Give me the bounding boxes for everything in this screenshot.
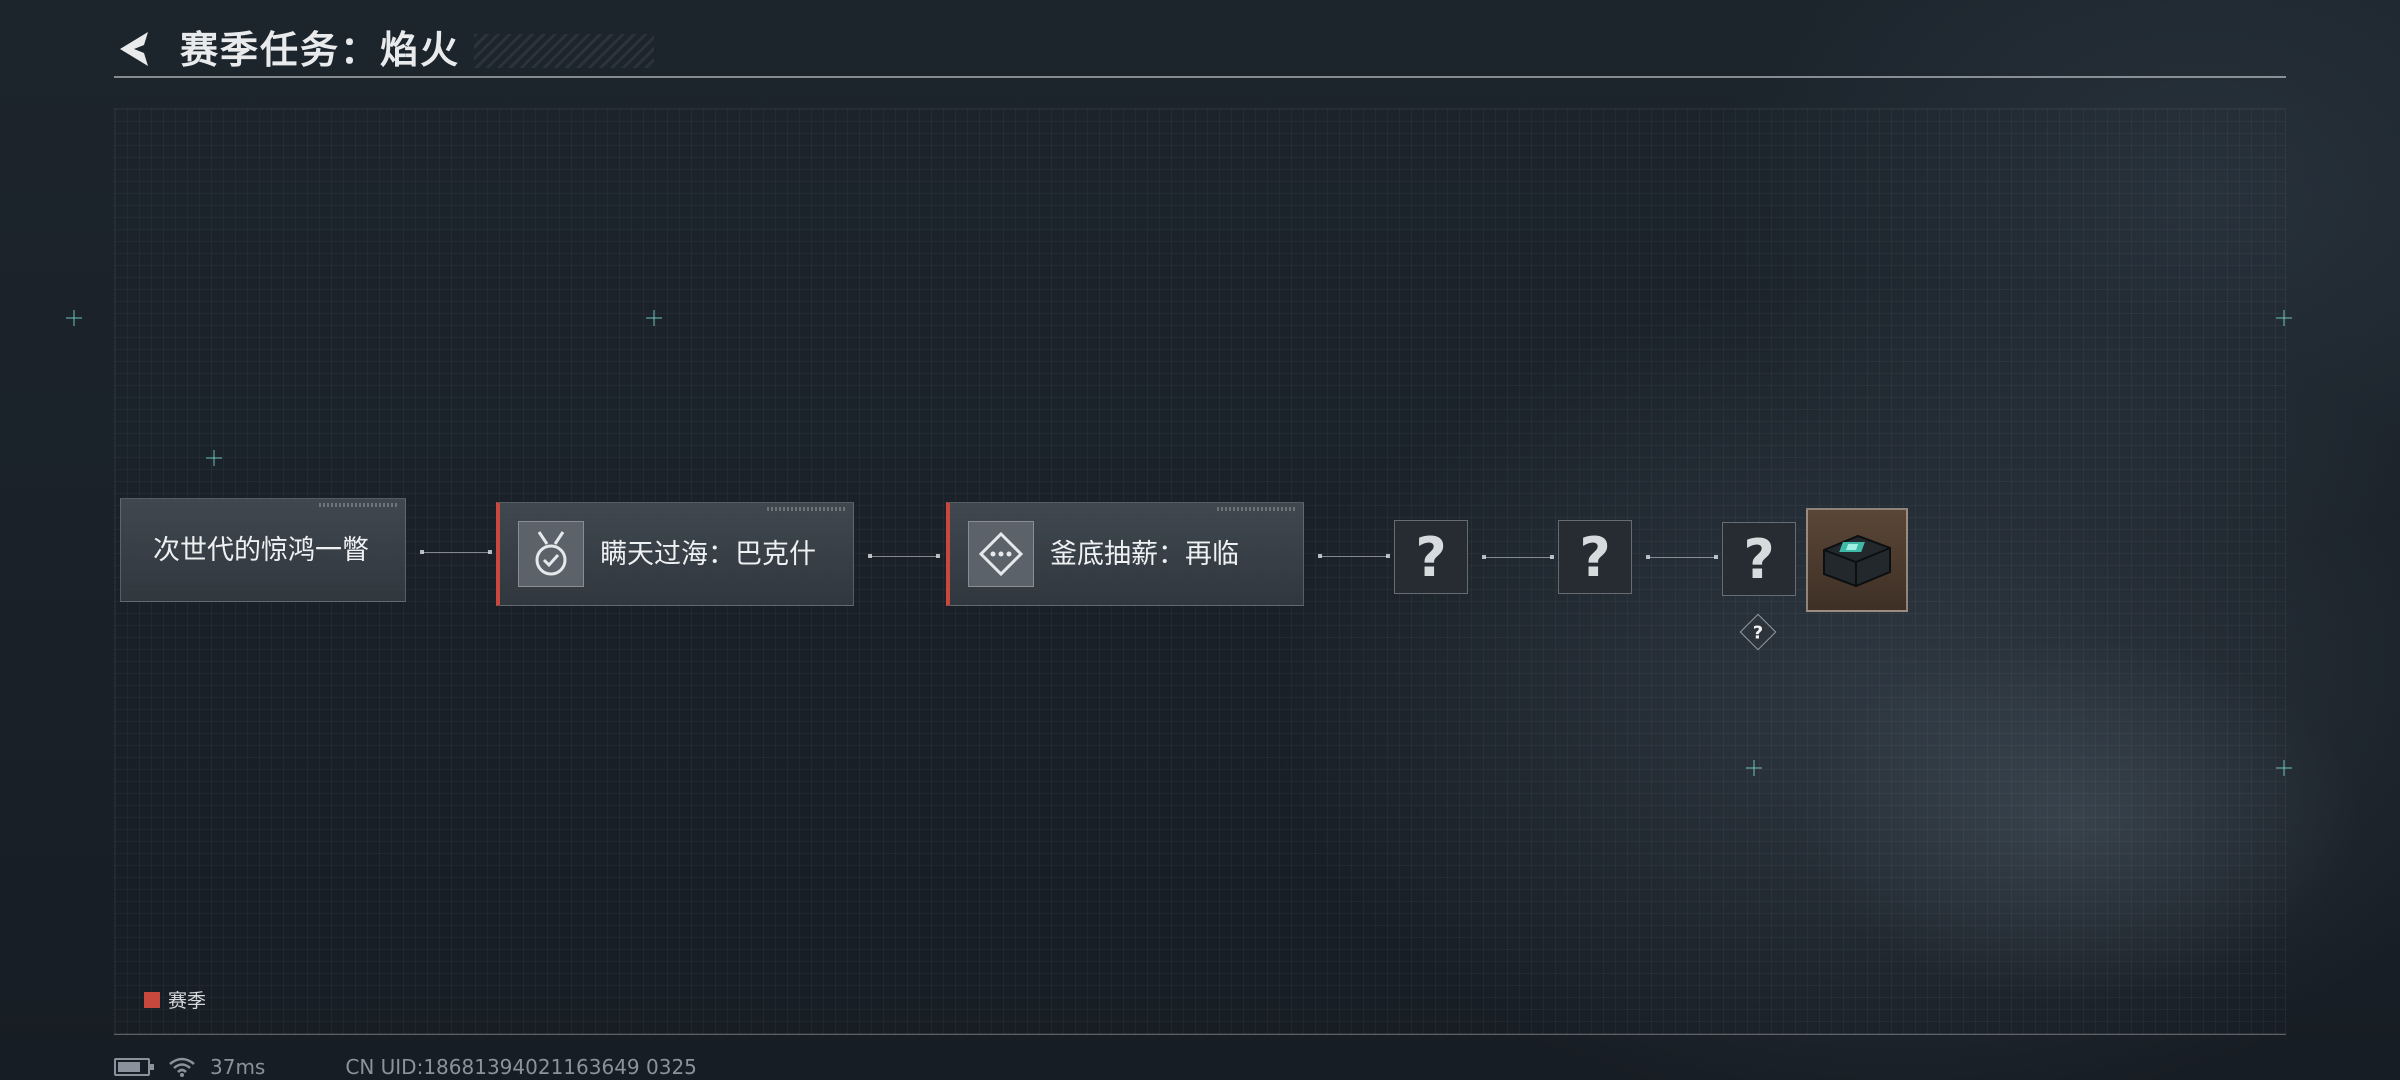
task-card-2[interactable]: 瞒天过海：巴克什 [496,502,854,606]
chain-connector [1318,554,1390,558]
header-divider [114,76,2286,78]
task-card-3[interactable]: 釜底抽薪：再临 [946,502,1304,606]
task-label: 瞒天过海：巴克什 [600,539,816,570]
battery-icon [114,1058,154,1076]
legend-label: 赛季 [168,990,207,1012]
chain-connector [1646,555,1718,559]
medal-check-icon [535,531,567,576]
chain-connector [868,554,940,558]
target-diamond-icon [978,531,1024,577]
back-button[interactable] [114,28,156,70]
chain-connector [1482,555,1554,559]
uid-text: CN UID:18681394021163649 0325 [345,1055,697,1079]
back-arrow-icon [120,32,148,66]
crosshair-deco [2276,310,2292,326]
crosshair-deco [1746,760,1762,776]
wifi-icon [169,1057,195,1077]
crosshair-deco [206,450,222,466]
locked-task-1[interactable]: ? [1394,520,1468,594]
footer-divider [114,1034,2286,1035]
task-card-1[interactable]: 次世代的惊鸿一瞥 [120,498,406,602]
crosshair-deco [646,310,662,326]
legend-swatch [144,991,160,1008]
task-icon-frame [518,521,584,587]
task-label: 釜底抽薪：再临 [1050,539,1239,570]
legend: 赛季 [144,986,206,1013]
ping-text: 37ms [210,1055,266,1079]
supply-crate-icon [1823,534,1891,588]
page-header: 赛季任务：焰火 [114,20,2286,80]
reward-hint-label: ? [1752,622,1764,644]
page-title: 赛季任务：焰火 [180,28,461,72]
title-decoration [474,34,654,68]
crosshair-deco [66,310,82,326]
chain-connector [420,550,492,554]
locked-task-3[interactable]: ? [1722,522,1796,596]
reward-item[interactable] [1806,508,1908,612]
task-label: 次世代的惊鸿一瞥 [153,535,369,566]
status-bar: 37ms CN UID:18681394021163649 0325 [114,1054,697,1080]
battery-fill [118,1062,140,1072]
crosshair-deco [2276,760,2292,776]
task-icon-frame [968,521,1034,587]
locked-task-2[interactable]: ? [1558,520,1632,594]
